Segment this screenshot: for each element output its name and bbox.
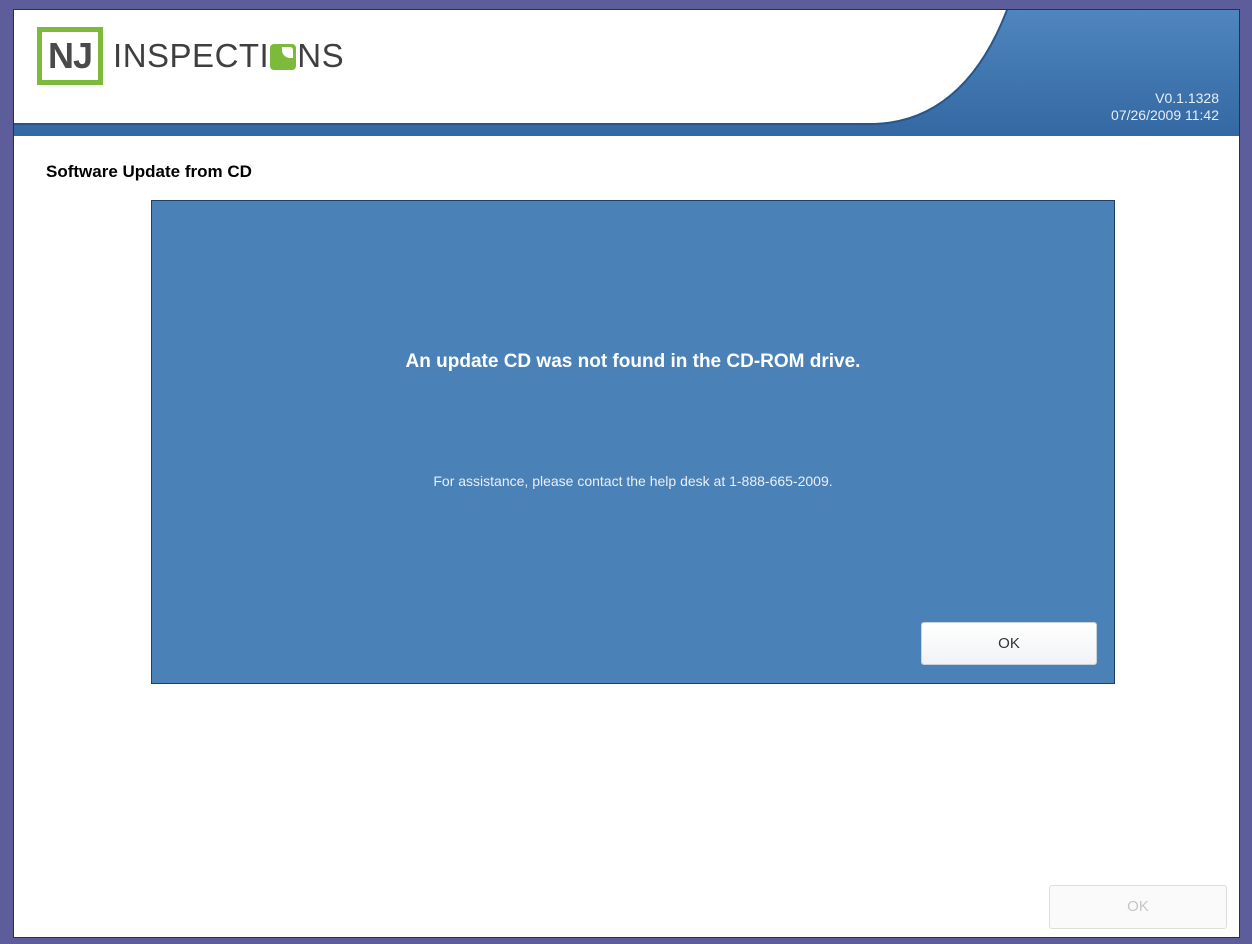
logo-o-icon — [270, 44, 297, 70]
page-title: Software Update from CD — [46, 162, 252, 181]
update-error-dialog: An update CD was not found in the CD-ROM… — [151, 200, 1115, 684]
footer-ok-button[interactable]: OK — [1049, 885, 1227, 929]
nj-inspections-logo: NJ INSPECTI NS — [37, 27, 344, 85]
app-screen: NJ INSPECTI NS V0.1.1328 07/26/2009 11:42… — [13, 9, 1240, 938]
logo-wordmark-end: NS — [297, 37, 345, 74]
app-header: NJ INSPECTI NS V0.1.1328 07/26/2009 11:42 — [14, 10, 1239, 136]
version-number: V0.1.1328 — [1155, 90, 1219, 106]
logo-wordmark: INSPECTI NS — [113, 37, 344, 75]
dialog-help-text: For assistance, please contact the help … — [433, 473, 833, 489]
datetime-stamp: 07/26/2009 11:42 — [1111, 107, 1219, 123]
logo-nj-text: NJ — [48, 35, 93, 76]
dialog-ok-button[interactable]: OK — [921, 622, 1097, 665]
dialog-message: An update CD was not found in the CD-ROM… — [405, 351, 861, 372]
version-info: V0.1.1328 07/26/2009 11:42 — [1111, 90, 1219, 124]
logo-nj-box: NJ — [37, 27, 104, 85]
logo-wordmark-start: INSPECTI — [113, 37, 270, 74]
